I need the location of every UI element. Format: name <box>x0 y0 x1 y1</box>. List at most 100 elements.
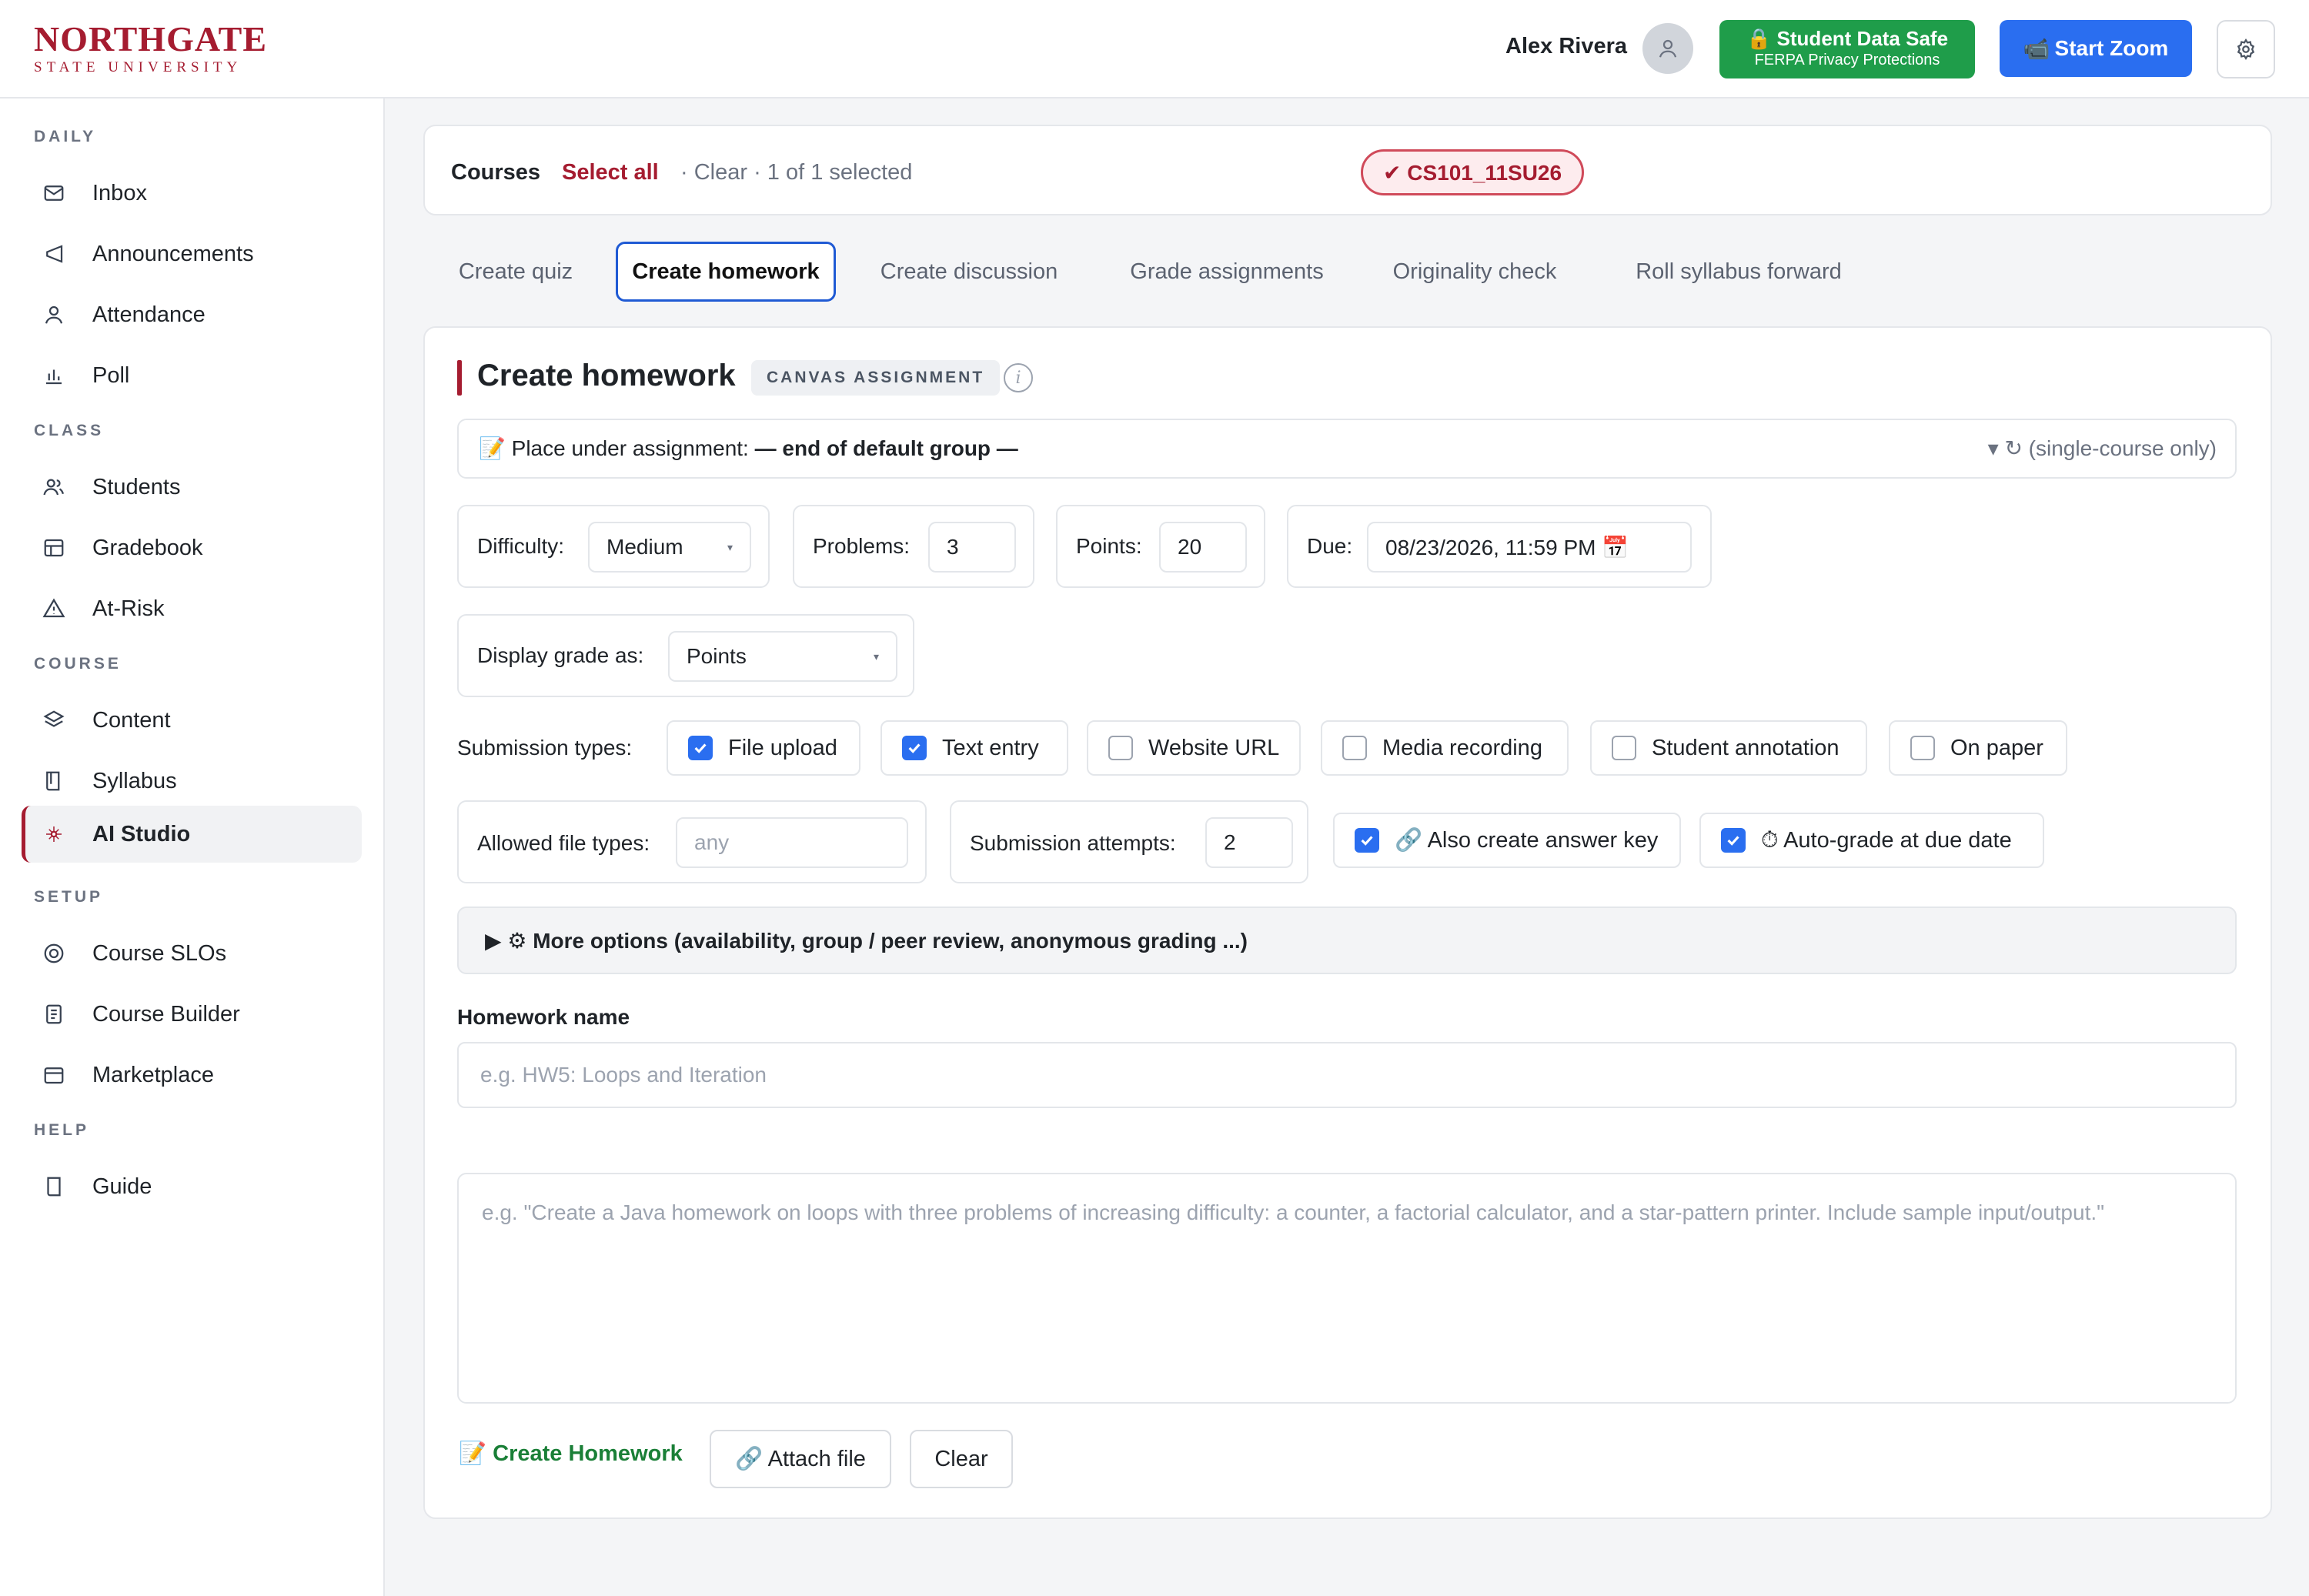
sidebar-item-attendance[interactable]: Attendance <box>22 286 362 343</box>
panel-title: Create homework <box>477 359 736 392</box>
sidebar-item-syllabus[interactable]: Syllabus <box>22 753 362 810</box>
difficulty-value: Medium <box>606 535 683 559</box>
problems-input[interactable]: 3 <box>928 522 1016 573</box>
student-data-safe-button[interactable]: 🔒 Student Data Safe FERPA Privacy Protec… <box>1719 20 1975 78</box>
sidebar-item-label: Attendance <box>92 302 206 327</box>
sidebar-item-label: Gradebook <box>92 535 203 560</box>
warning-icon <box>40 595 68 623</box>
avatar[interactable] <box>1642 23 1693 74</box>
sidebar-item-guide[interactable]: Guide <box>22 1158 362 1215</box>
mail-icon <box>40 179 68 207</box>
sidebar-item-label: Course Builder <box>92 1001 240 1027</box>
tab-create-homework[interactable]: Create homework <box>616 242 836 302</box>
due-date-input[interactable]: 08/23/2026, 11:59 PM 📅 <box>1367 522 1692 573</box>
attach-file-button[interactable]: 🔗 Attach file <box>710 1430 891 1488</box>
placement-label: 📝 Place under assignment: — end of defau… <box>479 436 1018 461</box>
user-name: Alex Rivera <box>1505 34 1627 58</box>
title-accent-bar <box>457 360 462 396</box>
storefront-icon <box>40 1061 68 1089</box>
checkbox-answer-key[interactable]: 🔗 Also create answer key <box>1333 813 1681 868</box>
sidebar-item-announcements[interactable]: Announcements <box>22 225 362 282</box>
course-chip-cs101[interactable]: ✔ CS101_11SU26 <box>1361 149 1585 195</box>
checkbox-text-entry[interactable]: Text entry <box>880 720 1068 776</box>
submission-attempts-input[interactable]: 2 <box>1205 817 1293 868</box>
checkbox-label: Media recording <box>1382 735 1542 760</box>
checkbox-unchecked-icon <box>1108 736 1133 760</box>
sidebar-item-at-risk[interactable]: At-Risk <box>22 580 362 637</box>
sidebar-item-label: Announcements <box>92 241 254 266</box>
allowed-file-types-group: Allowed file types: any <box>457 800 927 883</box>
tab-create-quiz[interactable]: Create quiz <box>423 242 608 302</box>
sidebar-item-course-builder[interactable]: Course Builder <box>22 986 362 1043</box>
checkbox-label: 🔗 Also create answer key <box>1395 828 1659 853</box>
due-group: Due: 08/23/2026, 11:59 PM 📅 <box>1287 505 1712 588</box>
sidebar-item-poll[interactable]: Poll <box>22 347 362 404</box>
section-label-class: CLASS <box>34 422 105 439</box>
person-icon <box>40 301 68 329</box>
sidebar-item-label: Poll <box>92 362 130 388</box>
layers-icon <box>40 706 68 734</box>
prompt-textarea[interactable]: e.g. "Create a Java homework on loops wi… <box>457 1173 2237 1404</box>
placement-prefix: 📝 Place under assignment: <box>479 436 755 460</box>
checkbox-on-paper[interactable]: On paper <box>1889 720 2067 776</box>
start-zoom-button[interactable]: 📹 Start Zoom <box>2000 20 2192 77</box>
checkbox-unchecked-icon <box>1612 736 1636 760</box>
tab-roll-syllabus-forward[interactable]: Roll syllabus forward <box>1599 242 1878 302</box>
sidebar-item-content[interactable]: Content <box>22 692 362 749</box>
placement-note: ▾ ↻ (single-course only) <box>1987 436 2217 460</box>
sidebar-item-ai-studio[interactable]: AI Studio <box>22 806 362 863</box>
course-selector-bar: Courses Select all · Clear · 1 of 1 sele… <box>423 125 2272 215</box>
section-label-course: COURSE <box>34 655 122 673</box>
placement-value: — end of default group — <box>754 436 1018 460</box>
placement-select[interactable]: 📝 Place under assignment: — end of defau… <box>457 419 2237 479</box>
tab-grade-assignments[interactable]: Grade assignments <box>1104 242 1350 302</box>
section-label-help: HELP <box>34 1121 90 1139</box>
target-icon <box>40 940 68 967</box>
sidebar-item-label: Guide <box>92 1174 152 1199</box>
submission-attempts-label: Submission attempts: <box>970 831 1176 855</box>
sidebar-item-label: At-Risk <box>92 596 165 621</box>
select-all-link[interactable]: Select all <box>562 160 659 185</box>
more-options-toggle[interactable]: ▶ ⚙ More options (availability, group / … <box>457 907 2237 974</box>
sidebar-item-label: AI Studio <box>92 821 191 846</box>
checkbox-unchecked-icon <box>1910 736 1935 760</box>
sidebar-item-inbox[interactable]: Inbox <box>22 165 362 222</box>
sidebar-item-course-slos[interactable]: Course SLOs <box>22 925 362 982</box>
checkbox-file-upload[interactable]: File upload <box>667 720 860 776</box>
checkbox-media-recording[interactable]: Media recording <box>1321 720 1569 776</box>
homework-name-input[interactable]: e.g. HW5: Loops and Iteration <box>457 1042 2237 1108</box>
checkbox-checked-icon <box>1721 828 1746 853</box>
checkbox-auto-grade[interactable]: ⏱ Auto-grade at due date <box>1699 813 2044 868</box>
settings-button[interactable] <box>2217 20 2275 78</box>
display-grade-label: Display grade as: <box>477 643 644 667</box>
sidebar-item-marketplace[interactable]: Marketplace <box>22 1047 362 1104</box>
checkbox-student-annotation[interactable]: Student annotation <box>1590 720 1867 776</box>
tab-create-discussion[interactable]: Create discussion <box>845 242 1093 302</box>
canvas-assignment-badge: CANVAS ASSIGNMENT <box>751 360 1001 396</box>
checkbox-website-url[interactable]: Website URL <box>1087 720 1301 776</box>
checkbox-label: Website URL <box>1148 735 1280 760</box>
checkbox-checked-icon <box>1355 828 1379 853</box>
tab-originality-check[interactable]: Originality check <box>1361 242 1589 302</box>
difficulty-select[interactable]: Medium ▾ <box>588 522 751 573</box>
allowed-file-types-input[interactable]: any <box>676 817 908 868</box>
checkbox-checked-icon <box>688 736 713 760</box>
info-icon[interactable]: i <box>1004 363 1033 392</box>
due-label: Due: <box>1307 534 1353 558</box>
sidebar-item-students[interactable]: Students <box>22 459 362 516</box>
sidebar-item-gradebook[interactable]: Gradebook <box>22 519 362 576</box>
points-input[interactable]: 20 <box>1159 522 1247 573</box>
table-icon <box>40 534 68 562</box>
safe-title: 🔒 Student Data Safe <box>1746 27 1949 50</box>
display-grade-select[interactable]: Points ▾ <box>668 631 897 682</box>
submission-attempts-group: Submission attempts: 2 <box>950 800 1308 883</box>
sidebar-item-label: Students <box>92 474 181 499</box>
chevron-down-icon: ▾ <box>873 649 879 663</box>
create-homework-button[interactable]: 📝 Create Homework <box>459 1441 683 1467</box>
clear-button[interactable]: Clear <box>910 1430 1013 1488</box>
logo-sub-text: STATE UNIVERSITY <box>34 59 242 75</box>
difficulty-label: Difficulty: <box>477 534 565 558</box>
university-logo[interactable]: NORTHGATE STATE UNIVERSITY <box>34 20 267 77</box>
display-grade-value: Points <box>687 644 747 668</box>
selection-status: · Clear · 1 of 1 selected <box>680 160 913 185</box>
